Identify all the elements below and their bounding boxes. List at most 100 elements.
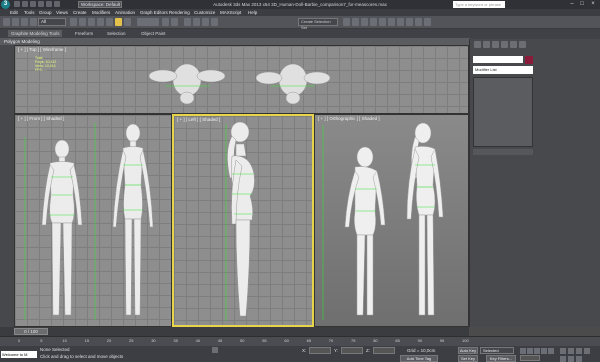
hierarchy-tab-icon[interactable] [492,41,499,48]
tab-object-paint[interactable]: Object Paint [138,30,169,37]
go-to-end-icon[interactable] [548,348,554,354]
new-file-icon[interactable] [14,1,20,7]
menu-graph-editors[interactable]: Graph Editors [140,9,168,16]
polygon-modeling-panel[interactable]: Polygon Modeling [0,38,470,45]
menu-animation[interactable]: Animation [115,9,135,16]
manipulate-icon[interactable] [171,18,178,26]
render-production-icon[interactable] [424,18,431,26]
material-editor-icon[interactable] [397,18,404,26]
play-icon[interactable] [534,348,540,354]
window-crossing-icon[interactable] [97,18,104,26]
time-slider[interactable]: 0 / 100 [14,328,48,335]
go-to-start-icon[interactable] [520,348,526,354]
y-coordinate-field[interactable] [341,347,363,354]
next-frame-icon[interactable] [541,348,547,354]
bind-space-warp-icon[interactable] [30,18,37,26]
selection-filter-dropdown[interactable]: All [38,18,66,26]
viewport-top[interactable]: [ + ] [ Top ] [ Wireframe ] Total Polys:… [14,45,469,114]
current-frame-field[interactable] [520,355,540,361]
snap-toggle-icon[interactable] [184,18,191,26]
select-rotate-icon[interactable] [115,18,122,26]
unlink-icon[interactable] [21,18,28,26]
app-logo-icon[interactable]: 3 [1,0,10,9]
utilities-tab-icon[interactable] [519,41,526,48]
key-filters-button[interactable]: Key Filters... [486,355,516,362]
selection-region-icon[interactable] [88,18,95,26]
viewport-front[interactable]: [ + ] [ Front ] [ Shaded ] [14,114,172,327]
menu-customize[interactable]: Customize [194,9,215,16]
tab-selection[interactable]: Selection [104,30,129,37]
menu-group[interactable]: Group [39,9,52,16]
close-icon[interactable]: × [588,0,598,8]
menu-help[interactable]: Help [248,9,257,16]
link-icon[interactable] [12,18,19,26]
named-selection-set-input[interactable]: Create Selection Set [298,18,338,30]
menu-rendering[interactable]: Rendering [169,9,190,16]
create-tab-icon[interactable] [474,41,481,48]
previous-frame-icon[interactable] [527,348,533,354]
viewport-left[interactable]: [ + ] [ Left ] [ Shaded ] [172,114,314,327]
schematic-view-icon[interactable] [388,18,395,26]
z-coordinate-field[interactable] [373,347,395,354]
maximize-icon[interactable]: □ [577,0,587,8]
menu-views[interactable]: Views [56,9,68,16]
key-mode-dropdown[interactable]: Selected [480,347,514,354]
spinner-snap-icon[interactable] [211,18,218,26]
layer-manager-icon[interactable] [361,18,368,26]
redo-icon[interactable] [46,1,52,7]
open-file-icon[interactable] [22,1,28,7]
percent-snap-icon[interactable] [202,18,209,26]
select-by-name-icon[interactable] [79,18,86,26]
field-of-view-icon[interactable] [584,348,590,354]
mirror-icon[interactable] [343,18,350,26]
set-key-button[interactable]: Set Key [458,355,478,362]
menu-modifiers[interactable]: Modifiers [92,9,110,16]
select-object-icon[interactable] [70,18,77,26]
menu-maxscript[interactable]: MAXScript [220,9,241,16]
menu-tools[interactable]: Tools [24,9,35,16]
undo-tool-icon[interactable] [3,18,10,26]
graphite-toggle-icon[interactable] [370,18,377,26]
maxscript-listener-input[interactable]: Welcome to M [1,351,37,358]
stack-controls[interactable] [473,149,533,155]
timeline-tick: 70 [328,338,334,343]
motion-tab-icon[interactable] [501,41,508,48]
align-icon[interactable] [352,18,359,26]
angle-snap-icon[interactable] [193,18,200,26]
menu-edit[interactable]: Edit [10,9,18,16]
render-setup-icon[interactable] [406,18,413,26]
curve-editor-icon[interactable] [379,18,386,26]
menu-create[interactable]: Create [73,9,87,16]
pivot-center-icon[interactable] [162,18,169,26]
tab-graphite-modeling-tools[interactable]: Graphite Modeling Tools [8,30,63,37]
save-file-icon[interactable] [30,1,36,7]
select-scale-icon[interactable] [124,18,131,26]
object-name-field[interactable] [473,56,523,63]
rendered-frame-icon[interactable] [415,18,422,26]
search-input[interactable]: Type a keyword or phrase [453,1,505,8]
select-move-icon[interactable] [106,18,113,26]
workspace-dropdown[interactable]: Workspace: Default [78,1,122,8]
reference-coord-dropdown[interactable] [137,18,159,26]
orbit-icon[interactable] [568,356,574,362]
x-coordinate-field[interactable] [309,347,331,354]
viewport-orthographic[interactable]: [ + ] [ Orthographic ] [ Shaded ] [314,114,469,327]
zoom-extents-icon[interactable] [576,348,582,354]
tab-freeform[interactable]: Freeform [72,30,96,37]
display-tab-icon[interactable] [510,41,517,48]
zoom-icon[interactable] [560,348,566,354]
pan-view-icon[interactable] [560,356,566,362]
object-color-swatch[interactable] [525,56,533,64]
lock-selection-icon[interactable] [212,347,218,353]
maximize-viewport-icon[interactable] [576,356,582,362]
auto-key-button[interactable]: Auto Key [458,347,478,354]
project-folder-icon[interactable] [54,1,60,7]
minimize-icon[interactable]: – [567,0,577,8]
undo-icon[interactable] [38,1,44,7]
zoom-all-icon[interactable] [568,348,574,354]
modifier-stack[interactable] [473,77,533,147]
modifier-list-dropdown[interactable]: Modifier List [473,66,533,74]
add-time-tag-button[interactable]: Add Time Tag [400,355,438,362]
track-bar[interactable] [0,336,600,346]
modify-tab-icon[interactable] [483,41,490,48]
